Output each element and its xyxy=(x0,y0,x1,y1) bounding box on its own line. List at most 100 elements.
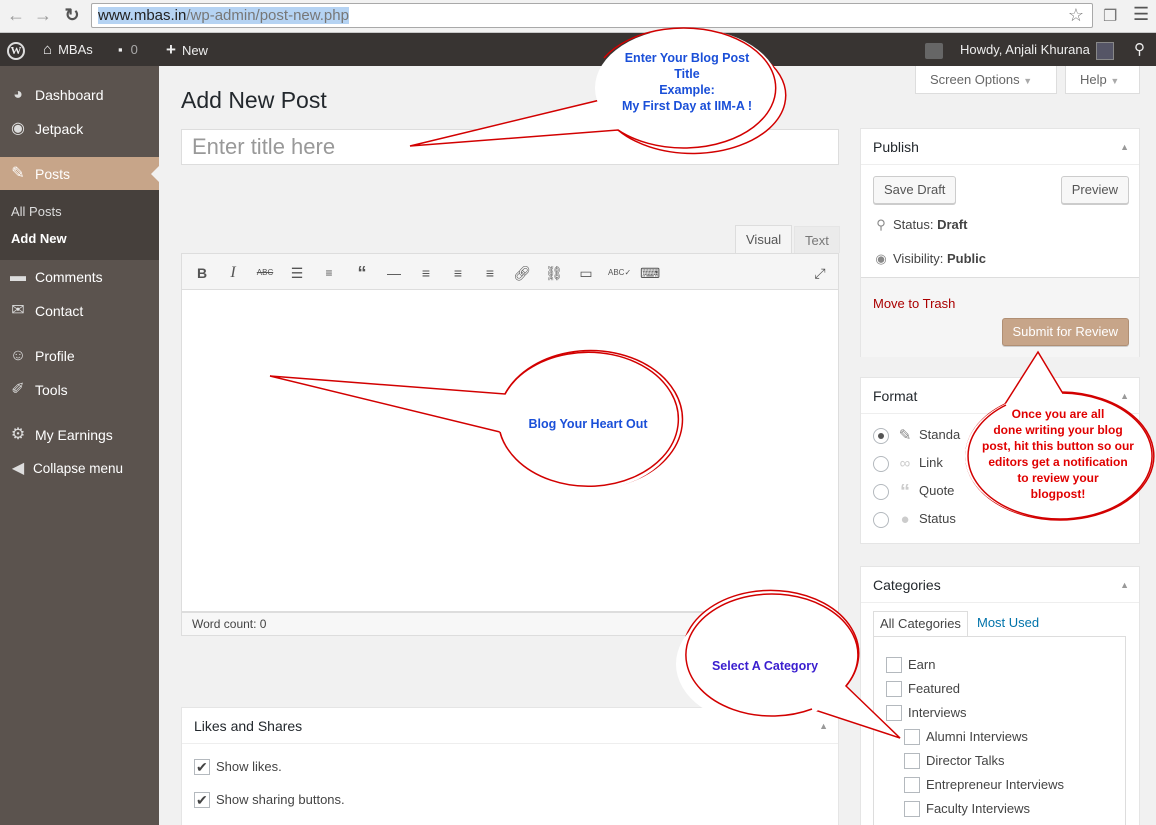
submenu-add-new[interactable]: Add New xyxy=(11,231,67,246)
bulleted-list-icon[interactable]: ☰ xyxy=(287,263,307,283)
spellcheck-icon[interactable]: ABC✓ xyxy=(608,263,631,283)
sidebar-item-tools[interactable]: ✐ Tools xyxy=(0,373,159,407)
post-title-input[interactable]: Enter title here xyxy=(181,129,839,165)
show-likes-option[interactable]: Show likes. xyxy=(194,758,282,776)
publish-actions: Move to Trash Submit for Review xyxy=(861,277,1139,357)
title-callout-text: Enter Your Blog Post Title Example: My F… xyxy=(604,50,770,114)
italic-icon[interactable]: I xyxy=(223,263,243,283)
body-callout-text: Blog Your Heart Out xyxy=(528,417,648,431)
browser-menu-icon[interactable]: ☰ xyxy=(1133,4,1149,25)
forward-arrow-icon[interactable]: → xyxy=(33,5,53,25)
link-icon: ∞ xyxy=(899,454,911,472)
move-to-trash-link[interactable]: Move to Trash xyxy=(873,296,955,311)
align-right-icon[interactable]: ≡ xyxy=(480,263,500,283)
align-center-icon[interactable]: ≡ xyxy=(448,263,468,283)
show-sharing-option[interactable]: Show sharing buttons. xyxy=(194,791,345,809)
comments-count: 0 xyxy=(130,42,138,57)
bold-icon[interactable]: B xyxy=(192,263,212,283)
toolbar-toggle-icon[interactable]: ⌨ xyxy=(640,263,660,283)
submenu-all-posts[interactable]: All Posts xyxy=(11,204,62,219)
sidebar-item-profile[interactable]: ☺ Profile xyxy=(0,339,159,373)
format-option-link[interactable]: ∞ Link xyxy=(873,453,943,473)
publish-title: Publish xyxy=(873,139,919,155)
sidebar-item-my-earnings[interactable]: ⚙ My Earnings xyxy=(0,418,159,452)
link-icon[interactable]: 🔗︎ xyxy=(512,263,532,283)
review-callout-text: Once you are all done writing your blog … xyxy=(963,406,1153,502)
sidebar-item-jetpack[interactable]: ◉ Jetpack xyxy=(0,112,159,146)
category-checkbox[interactable] xyxy=(904,800,920,817)
category-item[interactable]: Featured xyxy=(886,680,960,698)
site-name-link[interactable]: ⌂ MBAs xyxy=(43,33,93,66)
category-item[interactable]: Entrepreneur Interviews xyxy=(904,776,1064,794)
address-bar[interactable]: www.mbas.in/wp-admin/post-new.php ☆ xyxy=(91,3,1093,28)
collapse-arrow-icon[interactable]: ▲ xyxy=(1120,567,1129,603)
sidebar-item-posts[interactable]: ✎ Posts xyxy=(0,157,159,191)
collapse-arrow-icon[interactable]: ▲ xyxy=(1120,129,1129,165)
category-item[interactable]: Director Talks xyxy=(904,752,1005,770)
blockquote-icon[interactable]: “ xyxy=(352,263,372,283)
callout-line: Example: xyxy=(659,83,715,97)
new-content-link[interactable]: + New xyxy=(166,33,208,66)
category-checkbox[interactable] xyxy=(886,704,902,721)
sidebar-collapse-menu[interactable]: ◀ Collapse menu xyxy=(0,452,159,486)
format-option-status[interactable]: ● Status xyxy=(873,509,956,529)
screen-options-label: Screen Options xyxy=(930,72,1020,87)
sidebar-item-comments[interactable]: ▬ Comments xyxy=(0,260,159,294)
category-checkbox[interactable] xyxy=(886,680,902,697)
category-label: Faculty Interviews xyxy=(926,801,1031,816)
callout-line: post, hit this button so our xyxy=(982,439,1134,453)
comments-link[interactable]: ▪ 0 xyxy=(118,33,138,66)
category-item[interactable]: Alumni Interviews xyxy=(904,728,1028,746)
wordpress-logo-icon[interactable]: W xyxy=(7,33,25,66)
category-item[interactable]: Earn xyxy=(886,656,935,674)
status-icon: ● xyxy=(900,510,910,528)
help-button[interactable]: Help ▼ xyxy=(1065,66,1140,94)
format-radio[interactable] xyxy=(873,455,889,472)
submit-for-review-button[interactable]: Submit for Review xyxy=(1001,318,1129,346)
screen-options-button[interactable]: Screen Options ▼ xyxy=(915,66,1057,94)
tab-most-used[interactable]: Most Used xyxy=(971,611,1045,637)
category-item[interactable]: Faculty Interviews xyxy=(904,800,1030,818)
collapse-arrow-icon[interactable]: ▲ xyxy=(819,708,828,744)
bookmark-star-icon[interactable]: ☆ xyxy=(1068,4,1084,27)
format-radio[interactable] xyxy=(873,427,889,444)
editor-toolbar: B I ABC ☰ ≡ “ — ≡ ≡ ≡ 🔗︎ ⛓ ▭ ABC✓ ⌨ ⤢ xyxy=(181,253,839,290)
show-likes-checkbox[interactable] xyxy=(194,758,210,776)
align-left-icon[interactable]: ≡ xyxy=(416,263,436,283)
category-label: Earn xyxy=(908,657,936,672)
tab-visual[interactable]: Visual xyxy=(735,225,793,253)
format-option-quote[interactable]: “ Quote xyxy=(873,481,954,502)
back-arrow-icon[interactable]: ← xyxy=(6,5,26,25)
search-icon[interactable]: ⚲ xyxy=(1134,33,1145,66)
category-checkbox[interactable] xyxy=(904,776,920,793)
fullscreen-icon[interactable]: ⤢ xyxy=(810,263,830,283)
status-row: ⚲ Status: Draft xyxy=(873,217,967,233)
sidebar-item-dashboard[interactable]: ◕ Dashboard xyxy=(0,78,159,112)
extension-icon[interactable]: ❐ xyxy=(1103,6,1117,26)
sidebar-item-contact[interactable]: ✉ Contact xyxy=(0,294,159,328)
format-radio[interactable] xyxy=(873,511,889,528)
numbered-list-icon[interactable]: ≡ xyxy=(319,263,339,283)
category-label: Interviews xyxy=(908,705,967,720)
user-account-link[interactable]: Howdy, Anjali Khurana xyxy=(960,33,1114,66)
read-more-icon[interactable]: ▭ xyxy=(576,263,596,283)
preview-button[interactable]: Preview xyxy=(1060,176,1129,204)
notification-icon[interactable] xyxy=(925,33,943,66)
format-radio[interactable] xyxy=(873,483,889,500)
show-sharing-checkbox[interactable] xyxy=(194,791,210,809)
category-item[interactable]: Interviews xyxy=(886,704,967,722)
horizontal-line-icon[interactable]: — xyxy=(384,263,404,283)
tab-text[interactable]: Text xyxy=(794,226,840,253)
format-option-standard[interactable]: ✎ Standa xyxy=(873,425,960,445)
strikethrough-icon[interactable]: ABC xyxy=(255,263,275,283)
home-icon: ⌂ xyxy=(43,41,53,58)
category-checkbox[interactable] xyxy=(904,752,920,769)
editor-content-area[interactable] xyxy=(181,290,839,612)
active-indicator xyxy=(151,166,159,182)
tab-all-categories[interactable]: All Categories xyxy=(873,611,968,637)
reload-icon[interactable]: ↻ xyxy=(62,5,82,25)
category-checkbox[interactable] xyxy=(904,728,920,745)
save-draft-button[interactable]: Save Draft xyxy=(873,176,957,204)
category-checkbox[interactable] xyxy=(886,656,902,673)
unlink-icon[interactable]: ⛓ xyxy=(544,263,564,283)
